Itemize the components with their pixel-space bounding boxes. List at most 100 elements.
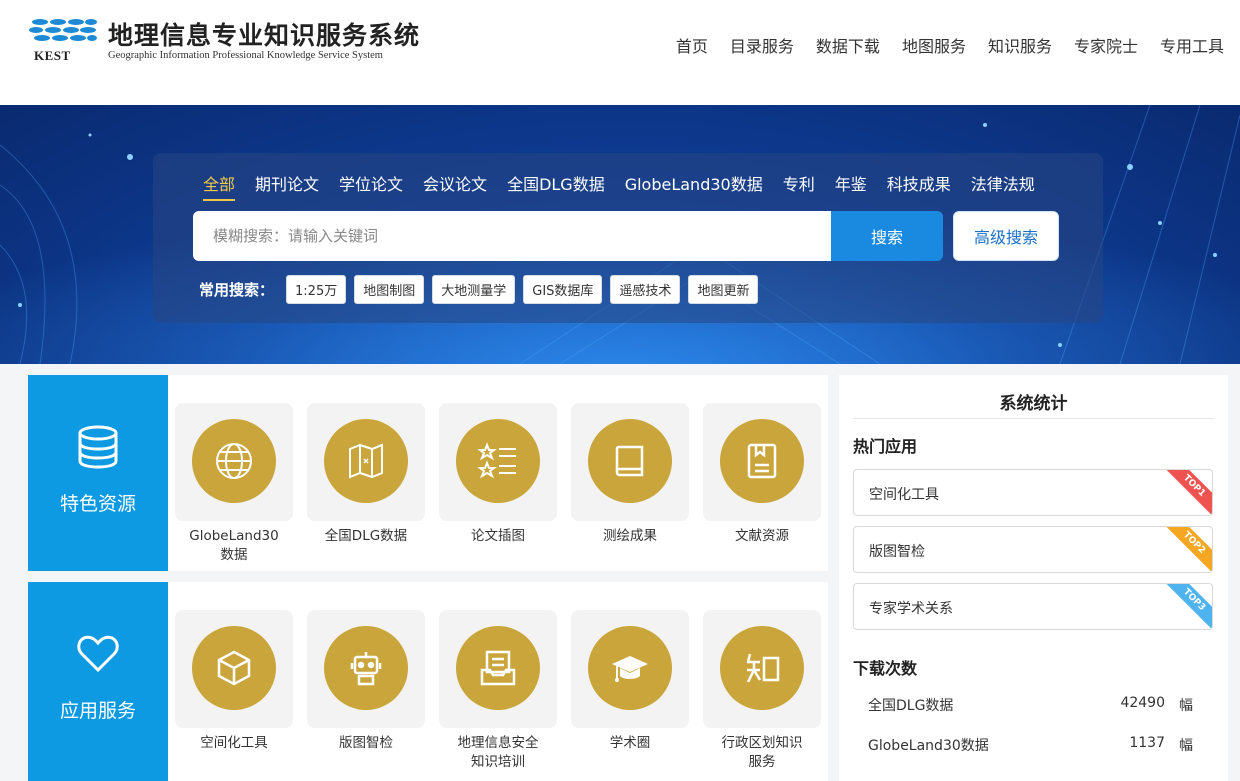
search-tab-conference[interactable]: 会议论文 [423, 171, 487, 201]
nav-catalog[interactable]: 目录服务 [730, 33, 794, 57]
nav-tools[interactable]: 专用工具 [1160, 33, 1224, 57]
download-name: 全国DLG数据 [868, 698, 954, 714]
logo-abbr: KEST [34, 48, 71, 63]
common-tag[interactable]: GIS数据库 [523, 275, 603, 304]
card-icon-circle [588, 626, 672, 710]
site-logo[interactable]: KEST 地理信息专业知识服务系统 Geographic Information… [28, 14, 428, 70]
featured-cards: GlobeLand30 数据 全国DLG数据 论文插图 测绘成果 文献资源 [175, 403, 821, 563]
hot-app-label: 空间化工具 [869, 487, 939, 503]
card-label: 文献资源 [735, 528, 789, 544]
application-services-title: 应用服务 [59, 700, 136, 722]
card-literature[interactable]: 文献资源 [703, 403, 821, 544]
download-count: 1137 [1129, 735, 1165, 751]
card-survey-results[interactable]: 测绘成果 [571, 403, 689, 544]
card-icon-circle [588, 419, 672, 503]
hot-apps-title: 热门应用 [853, 437, 918, 456]
card-label: 学术圈 [609, 735, 651, 751]
card-label: 测绘成果 [603, 528, 657, 544]
card-icon-circle [192, 419, 276, 503]
card-label: 地理信息安全 知识培训 [457, 735, 539, 770]
common-tag[interactable]: 地图制图 [354, 275, 425, 304]
search-tab-dlg[interactable]: 全国DLG数据 [507, 171, 605, 201]
featured-resources-section: 特色资源 GlobeLand30 数据 全国DLG数据 论文插图 测绘成果 文献… [28, 375, 828, 571]
rank-badge: TOP3 [1160, 584, 1212, 629]
featured-resources-header: 特色资源 [28, 375, 168, 571]
featured-resources-title: 特色资源 [59, 493, 136, 515]
hot-app-item[interactable]: 专家学术关系 TOP3 [853, 583, 1213, 630]
search-banner: 全部 期刊论文 学位论文 会议论文 全国DLG数据 GlobeLand30数据 … [0, 105, 1240, 364]
cube-icon [217, 650, 251, 686]
card-national-dlg[interactable]: 全国DLG数据 [307, 403, 425, 544]
search-tab-yearbook[interactable]: 年鉴 [835, 171, 867, 201]
common-tag[interactable]: 1:25万 [286, 275, 347, 304]
common-tag[interactable]: 遥感技术 [610, 275, 681, 304]
card-icon-circle [324, 626, 408, 710]
card-map-check[interactable]: 版图智检 [307, 610, 425, 751]
search-panel: 全部 期刊论文 学位论文 会议论文 全国DLG数据 GlobeLand30数据 … [153, 153, 1103, 323]
site-subtitle: Geographic Information Professional Know… [108, 50, 383, 61]
card-label: GlobeLand30 数据 [189, 528, 279, 563]
hot-app-item[interactable]: 版图智检 TOP2 [853, 526, 1213, 573]
card-admin-division[interactable]: 行政区划知识 服务 [703, 610, 821, 770]
search-tab-journal[interactable]: 期刊论文 [255, 171, 319, 201]
card-globeland30[interactable]: GlobeLand30 数据 [175, 403, 293, 563]
search-tab-law[interactable]: 法律法规 [971, 171, 1035, 201]
nav-map[interactable]: 地图服务 [902, 33, 966, 57]
system-statistics-panel: 系统统计 热门应用 空间化工具 TOP1 版图智检 TOP2 专家学术关系 TO… [839, 375, 1228, 781]
site-header: KEST 地理信息专业知识服务系统 Geographic Information… [0, 0, 1240, 105]
download-count: 42490 [1120, 695, 1165, 711]
card-security-training[interactable]: 地理信息安全 知识培训 [439, 610, 557, 770]
search-tab-achievement[interactable]: 科技成果 [887, 171, 951, 201]
document-icon [747, 443, 777, 479]
search-tab-patent[interactable]: 专利 [783, 171, 815, 201]
book-icon [615, 445, 644, 477]
download-name: GlobeLand30数据 [868, 738, 989, 754]
card-icon-circle [192, 626, 276, 710]
knowledge-icon [746, 653, 780, 683]
nav-download[interactable]: 数据下载 [816, 33, 880, 57]
hot-app-item[interactable]: 空间化工具 TOP1 [853, 469, 1213, 516]
inbox-icon [480, 650, 516, 686]
card-label: 全国DLG数据 [324, 528, 408, 544]
download-unit: 幅 [1179, 698, 1193, 714]
graduation-cap-icon [612, 656, 648, 682]
card-paper-figures[interactable]: 论文插图 [439, 403, 557, 544]
star-list-icon [478, 442, 516, 479]
card-label: 版图智检 [339, 735, 393, 751]
search-tab-all[interactable]: 全部 [203, 171, 236, 201]
heart-icon [77, 635, 119, 673]
search-tabs: 全部 期刊论文 学位论文 会议论文 全国DLG数据 GlobeLand30数据 … [203, 171, 1035, 201]
nav-experts[interactable]: 专家院士 [1074, 33, 1138, 57]
common-tag[interactable]: 大地测量学 [432, 275, 516, 304]
search-tab-globeland[interactable]: GlobeLand30数据 [625, 171, 763, 201]
stats-title: 系统统计 [853, 389, 1214, 419]
nav-knowledge[interactable]: 知识服务 [988, 33, 1052, 57]
map-icon [349, 443, 383, 479]
database-icon [78, 425, 118, 469]
hot-app-label: 版图智检 [869, 544, 925, 560]
common-tag[interactable]: 地图更新 [688, 275, 759, 304]
card-icon-circle [456, 419, 540, 503]
service-cards: 空间化工具 版图智检 地理信息安全 知识培训 学术圈 行政区划知识 服务 [175, 610, 821, 770]
card-academic-circle[interactable]: 学术圈 [571, 610, 689, 751]
download-unit: 幅 [1179, 738, 1193, 754]
search-input[interactable] [193, 211, 831, 261]
hot-app-label: 专家学术关系 [869, 601, 953, 617]
card-label: 空间化工具 [200, 735, 268, 751]
card-label: 行政区划知识 服务 [721, 735, 803, 770]
search-tab-thesis[interactable]: 学位论文 [339, 171, 403, 201]
advanced-search-button[interactable]: 高级搜索 [953, 211, 1059, 261]
common-searches: 常用搜索： 1:25万 地图制图 大地测量学 GIS数据库 遥感技术 地图更新 [199, 275, 759, 304]
downloads-title: 下载次数 [853, 659, 918, 678]
card-spatial-tool[interactable]: 空间化工具 [175, 610, 293, 751]
nav-home[interactable]: 首页 [676, 33, 708, 57]
application-services-section: 应用服务 空间化工具 版图智检 地理信息安全 知识培训 学术圈 行政区划知识 服… [28, 582, 828, 781]
search-button[interactable]: 搜索 [831, 211, 943, 261]
download-row: 全国DLG数据 42490 幅 [853, 689, 1213, 719]
card-icon-circle [720, 419, 804, 503]
common-search-label: 常用搜索： [199, 281, 275, 299]
site-title: 地理信息专业知识服务系统 [108, 21, 421, 50]
robot-icon [350, 652, 382, 686]
card-icon-circle [324, 419, 408, 503]
rank-badge: TOP1 [1160, 470, 1212, 515]
